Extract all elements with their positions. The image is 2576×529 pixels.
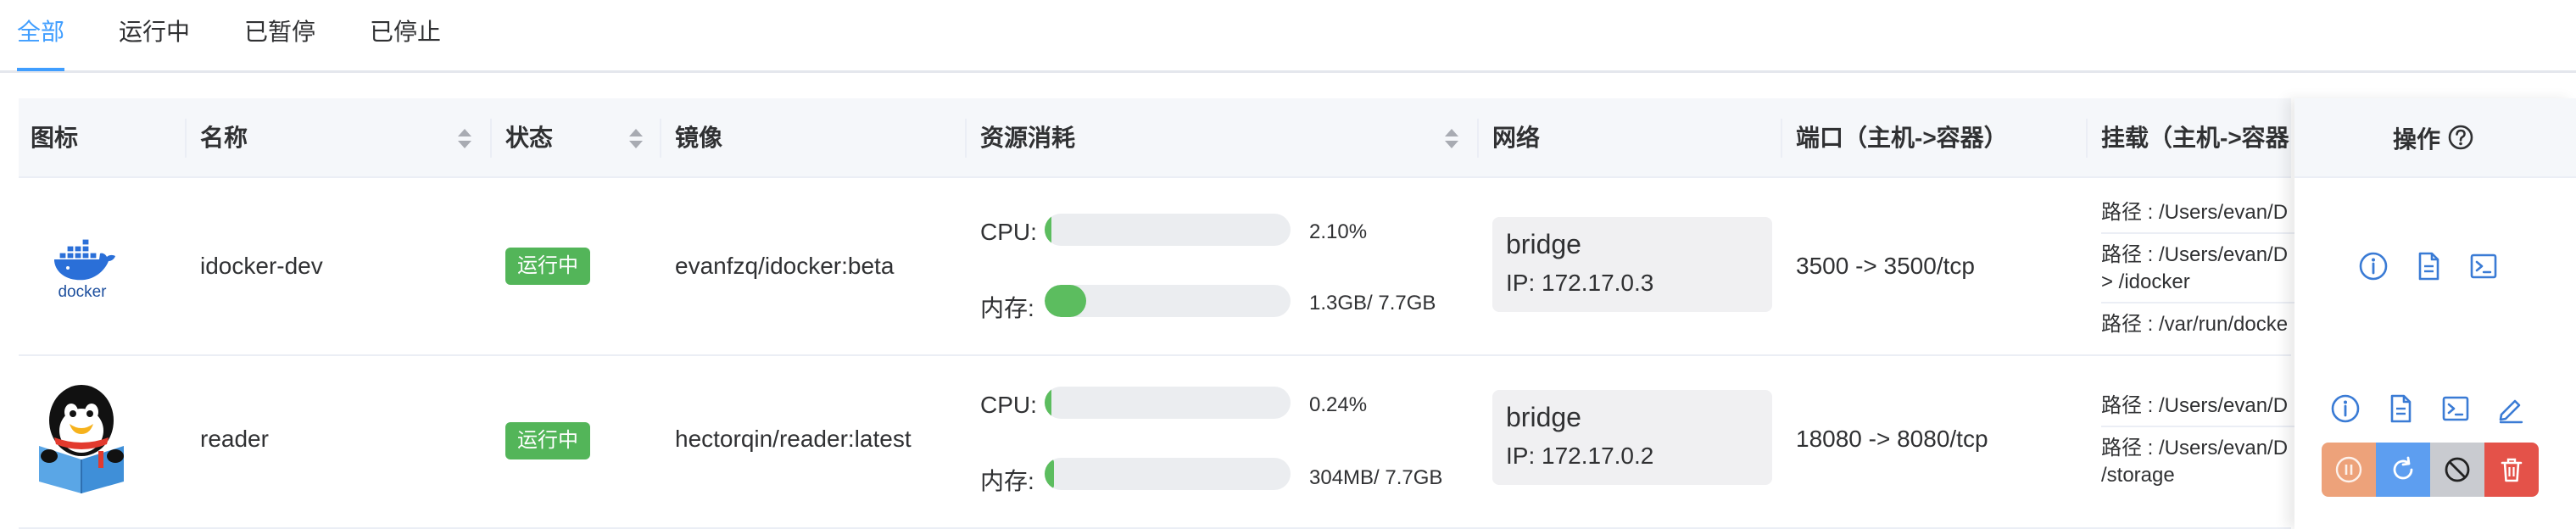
svg-text:docker: docker <box>58 283 107 300</box>
operations-column: 操作 <box>2294 98 2576 529</box>
pause-button[interactable] <box>2322 443 2376 497</box>
ban-icon <box>2445 457 2470 482</box>
column-header-image: 镜像 <box>675 125 723 151</box>
sort-name-icon[interactable] <box>458 129 471 149</box>
tab-paused[interactable]: 已暂停 <box>244 15 315 49</box>
cpu-progress-fill <box>1045 387 1051 419</box>
qq-reader-logo <box>36 383 129 497</box>
memory-label: 内存: <box>980 295 1034 321</box>
column-header-mounts: 挂载（主机->容器 <box>2101 125 2289 151</box>
network-ip: IP: 172.17.0.2 <box>1506 443 1654 469</box>
table-row: docker idocker-dev 运行中 evanfzq/idocker:b… <box>19 178 2298 356</box>
memory-usage-value: 1.3GB/ 7.7GB <box>1309 292 1436 315</box>
memory-progress-bar <box>1045 458 1291 490</box>
cpu-usage-value: 0.24% <box>1309 393 1368 416</box>
terminal-icon[interactable] <box>2439 392 2473 426</box>
mount-path: 路径 : /var/run/docke <box>2101 313 2289 336</box>
column-header-ports: 端口（主机->容器） <box>1796 125 2008 151</box>
column-header-resources[interactable]: 资源消耗 <box>980 98 1075 178</box>
status-badge: 运行中 <box>505 248 590 285</box>
mount-path-target: > /idocker <box>2101 270 2190 293</box>
mount-path: 路径 : /Users/evan/D <box>2101 394 2289 417</box>
container-image: evanfzq/idocker:beta <box>675 253 895 279</box>
active-tab-indicator <box>17 68 64 71</box>
memory-label: 内存: <box>980 468 1034 494</box>
document-icon[interactable] <box>2384 392 2417 426</box>
restart-button[interactable] <box>2376 443 2430 497</box>
containers-table: 图标 名称 状态 镜像 资源消耗 网络 端口（主机->容器） 挂载（主机->容器 <box>19 98 2576 529</box>
mount-path: 路径 : /Users/evan/D <box>2101 243 2289 266</box>
column-header-name[interactable]: 名称 <box>200 98 248 178</box>
mount-path: 路径 : /Users/evan/D <box>2101 201 2289 224</box>
tab-running[interactable]: 运行中 <box>119 15 190 49</box>
sort-status-icon[interactable] <box>629 129 643 149</box>
column-header-actions: 操作 <box>2393 126 2441 153</box>
info-circle-icon[interactable] <box>2328 392 2362 426</box>
column-separator <box>185 119 187 158</box>
tab-all[interactable]: 全部 <box>17 15 64 49</box>
cpu-progress-bar <box>1045 214 1291 246</box>
mount-divider <box>2101 426 2298 427</box>
trash-icon <box>2501 458 2523 482</box>
operations-header: 操作 <box>2294 98 2576 178</box>
mount-path-target: /storage <box>2101 464 2175 487</box>
document-icon[interactable] <box>2412 249 2445 283</box>
edit-icon[interactable] <box>2494 392 2528 426</box>
docker-logo: docker <box>47 231 117 301</box>
status-badge: 运行中 <box>505 422 590 459</box>
column-separator <box>660 119 661 158</box>
network-ip: IP: 172.17.0.3 <box>1506 270 1654 296</box>
delete-button[interactable] <box>2484 443 2539 497</box>
network-name: bridge <box>1506 402 1581 432</box>
mount-divider <box>2101 232 2298 234</box>
column-separator <box>965 119 967 158</box>
column-separator <box>1781 119 1782 158</box>
cpu-progress-bar <box>1045 387 1291 419</box>
port-mapping: 3500 -> 3500/tcp <box>1796 253 1975 279</box>
mount-path: 路径 : /Users/evan/D <box>2101 437 2289 459</box>
info-circle-icon[interactable] <box>2356 249 2390 283</box>
port-mapping: 18080 -> 8080/tcp <box>1796 426 1988 452</box>
network-card: bridge IP: 172.17.0.2 <box>1492 390 1772 485</box>
column-header-status[interactable]: 状态 <box>505 98 553 178</box>
stop-button[interactable] <box>2430 443 2484 497</box>
network-name: bridge <box>1506 229 1581 259</box>
sort-resources-icon[interactable] <box>1445 129 1458 149</box>
column-separator <box>490 119 492 158</box>
column-separator <box>2086 119 2088 158</box>
status-tabs: 全部 运行中 已暂停 已停止 <box>0 0 2576 73</box>
table-row: reader 运行中 hectorqin/reader:latest CPU: … <box>19 358 2298 529</box>
question-circle-icon[interactable] <box>2445 122 2476 153</box>
pause-icon <box>2335 456 2362 483</box>
memory-usage-value: 304MB/ 7.7GB <box>1309 466 1443 489</box>
cpu-label: CPU: <box>980 392 1037 418</box>
mount-divider <box>2101 302 2298 303</box>
container-image: hectorqin/reader:latest <box>675 426 912 452</box>
table-header: 图标 名称 状态 镜像 资源消耗 网络 端口（主机->容器） 挂载（主机->容器 <box>19 98 2291 178</box>
network-card: bridge IP: 172.17.0.3 <box>1492 217 1772 312</box>
memory-progress-bar <box>1045 285 1291 317</box>
refresh-icon <box>2393 456 2413 480</box>
column-header-network: 网络 <box>1492 125 1541 151</box>
memory-progress-fill <box>1045 285 1086 317</box>
column-separator <box>1477 119 1479 158</box>
terminal-icon[interactable] <box>2467 249 2501 283</box>
cpu-label: CPU: <box>980 219 1037 245</box>
cpu-progress-fill <box>1045 214 1051 246</box>
memory-progress-fill <box>1045 458 1054 490</box>
cpu-usage-value: 2.10% <box>1309 220 1368 243</box>
column-header-icon: 图标 <box>31 125 79 151</box>
tab-stopped[interactable]: 已停止 <box>370 15 441 49</box>
container-name[interactable]: idocker-dev <box>200 253 323 280</box>
container-name[interactable]: reader <box>200 426 269 453</box>
